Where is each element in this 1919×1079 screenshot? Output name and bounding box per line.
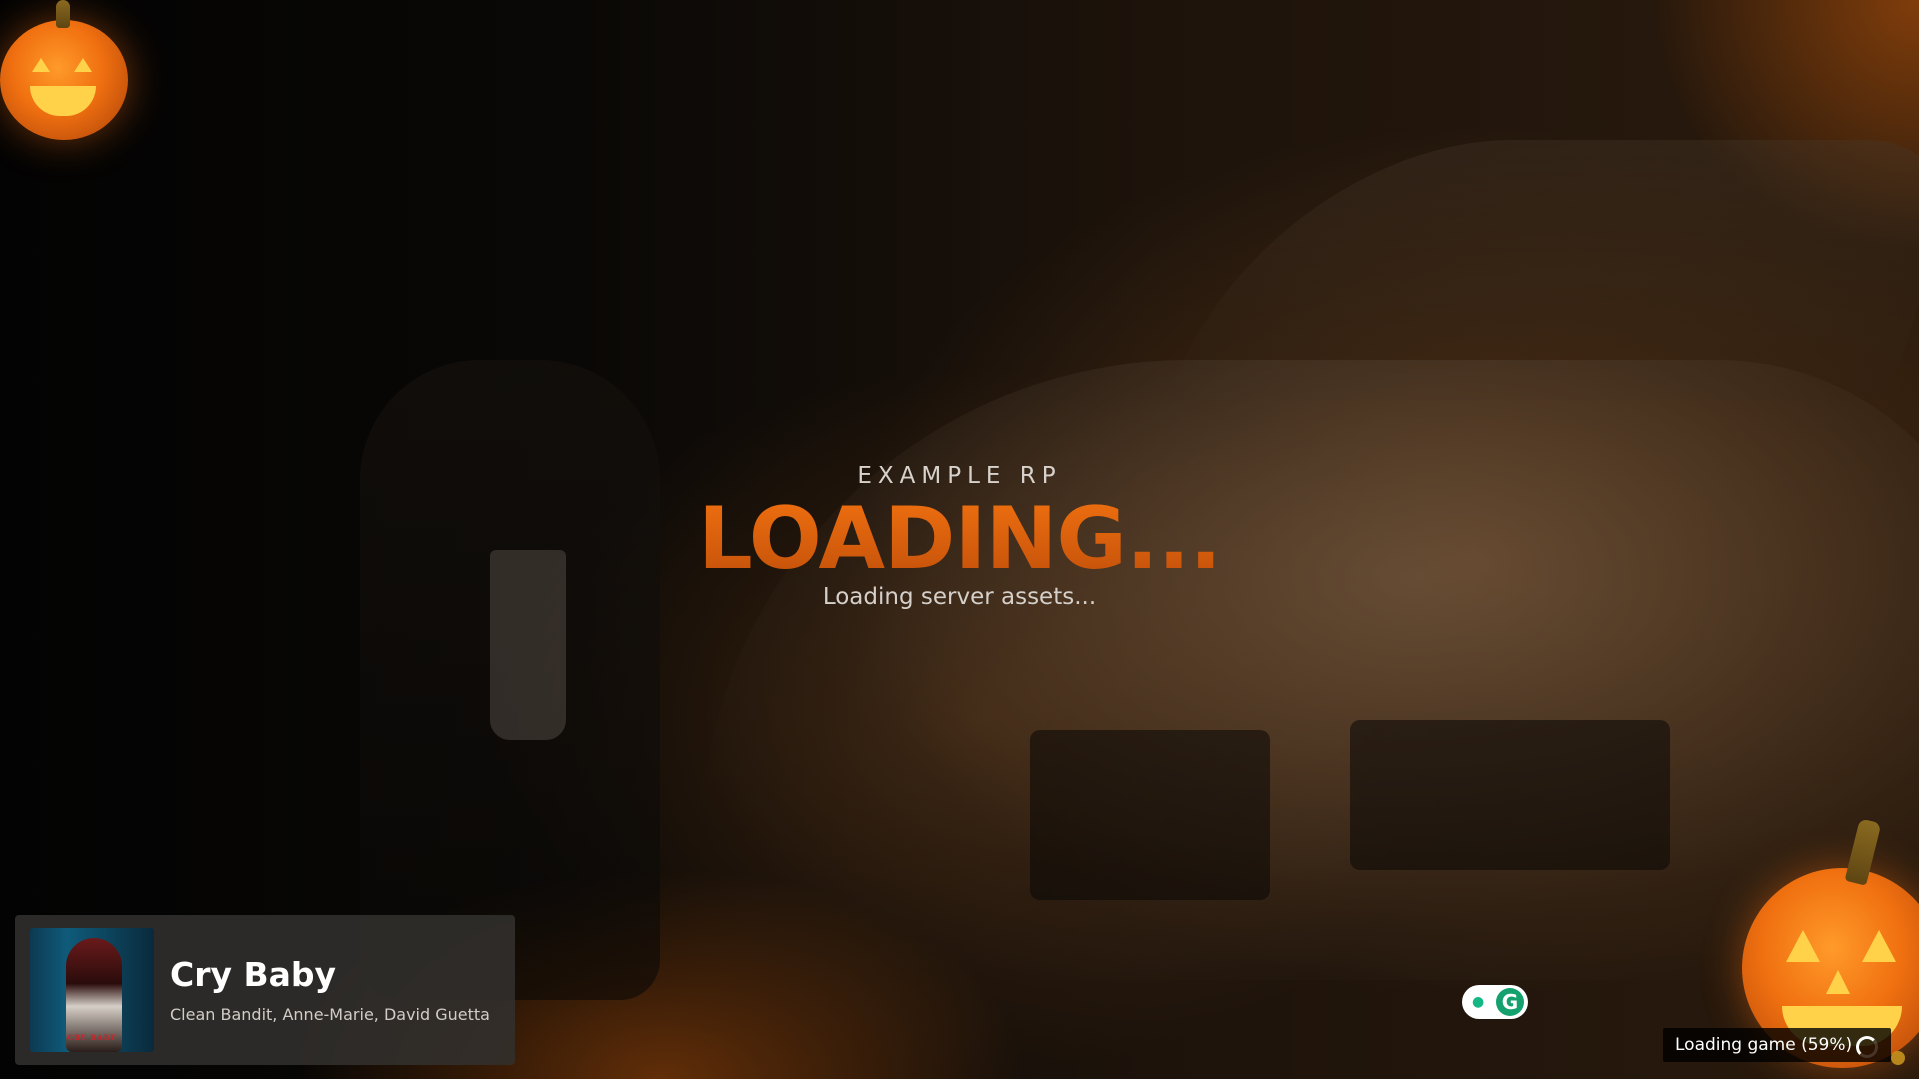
writing-assistant-widget[interactable]: ● G	[1462, 985, 1528, 1019]
server-name: EXAMPLE RP	[857, 463, 1062, 489]
pumpkin-eye-left	[32, 58, 50, 72]
loading-header: EXAMPLE RP LOADING... Loading server ass…	[0, 462, 1919, 612]
pumpkin-mouth	[30, 86, 96, 116]
corner-indicator-icon	[1891, 1051, 1905, 1065]
pumpkin-eye-right	[1862, 930, 1896, 962]
pumpkin-stem	[56, 0, 70, 28]
loading-status-text: Loading game (59%)	[1675, 1035, 1853, 1055]
lightbulb-icon[interactable]: ●	[1472, 994, 1484, 1010]
pumpkin-eye-left	[1786, 930, 1820, 962]
loading-title: LOADING...	[0, 494, 1919, 584]
album-art: CRY BABY	[30, 928, 154, 1052]
loading-screen: EXAMPLE RP LOADING... Loading server ass…	[0, 0, 1919, 1079]
song-artists: Clean Bandit, Anne-Marie, David Guetta	[170, 1005, 490, 1024]
loading-subtitle: Loading server assets...	[822, 584, 1097, 610]
loading-status: Loading game (59%)	[1663, 1028, 1891, 1062]
pumpkin-eye-right	[74, 58, 92, 72]
car-grille-left	[1030, 730, 1270, 900]
background-car	[700, 360, 1919, 980]
car-grille-right	[1350, 720, 1670, 870]
spinner-icon	[1856, 1036, 1878, 1058]
pumpkin-top-left-icon	[0, 0, 128, 140]
song-title: Cry Baby	[170, 955, 337, 994]
pumpkin-nose	[1826, 970, 1850, 994]
assistant-logo-icon[interactable]: G	[1496, 988, 1524, 1016]
album-art-label: CRY BABY	[67, 1033, 117, 1042]
music-player: CRY BABY Cry Baby Clean Bandit, Anne-Mar…	[15, 915, 515, 1065]
